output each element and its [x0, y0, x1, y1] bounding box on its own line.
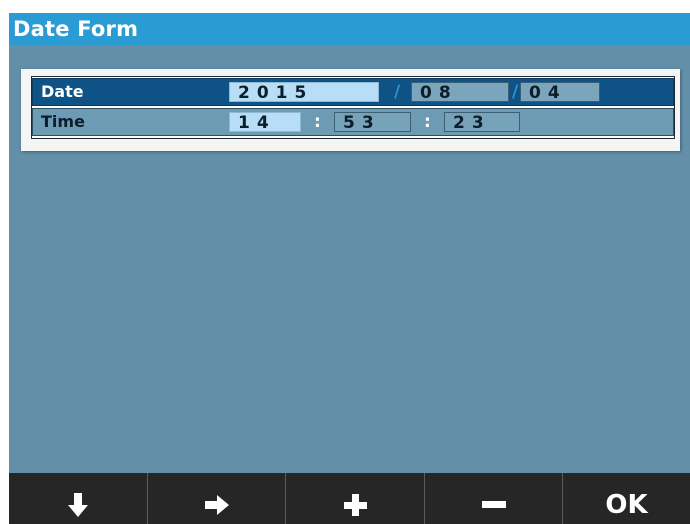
date-month-field[interactable]: 08 — [411, 82, 509, 102]
title-bar: Date Form — [9, 13, 690, 45]
softkey-right-button[interactable] — [147, 473, 285, 524]
date-separator: / — [512, 82, 519, 102]
softkey-increment-button[interactable] — [285, 473, 424, 524]
time-row[interactable]: Time 14 : 53 : 23 — [32, 108, 674, 136]
date-day-field[interactable]: 04 — [520, 82, 600, 102]
date-row[interactable]: Date 2015 / 08 / 04 — [32, 78, 674, 106]
time-second-field[interactable]: 23 — [444, 112, 520, 132]
time-hour-field[interactable]: 14 — [229, 112, 301, 132]
time-label: Time — [41, 112, 85, 131]
time-minute-field[interactable]: 53 — [334, 112, 411, 132]
arrow-right-icon — [204, 494, 229, 515]
ok-label: OK — [605, 489, 648, 520]
time-separator: : — [424, 112, 431, 132]
time-separator: : — [314, 112, 321, 132]
date-separator: / — [394, 82, 401, 102]
softkey-bar: OK — [9, 473, 690, 524]
form-panel: Date 2015 / 08 / 04 Time 14 : 53 : 23 — [21, 69, 680, 151]
plus-icon — [344, 493, 367, 516]
minus-icon — [481, 500, 506, 508]
softkey-down-button[interactable] — [9, 473, 147, 524]
device-screen: Date Form Date 2015 / 08 / 04 Time 14 : … — [9, 13, 690, 524]
softkey-decrement-button[interactable] — [424, 473, 562, 524]
arrow-down-icon — [68, 492, 88, 517]
date-year-field[interactable]: 2015 — [229, 82, 379, 102]
date-label: Date — [41, 82, 84, 101]
window-title: Date Form — [13, 17, 139, 41]
form-grid: Date 2015 / 08 / 04 Time 14 : 53 : 23 — [31, 76, 675, 139]
softkey-ok-button[interactable]: OK — [562, 473, 690, 524]
